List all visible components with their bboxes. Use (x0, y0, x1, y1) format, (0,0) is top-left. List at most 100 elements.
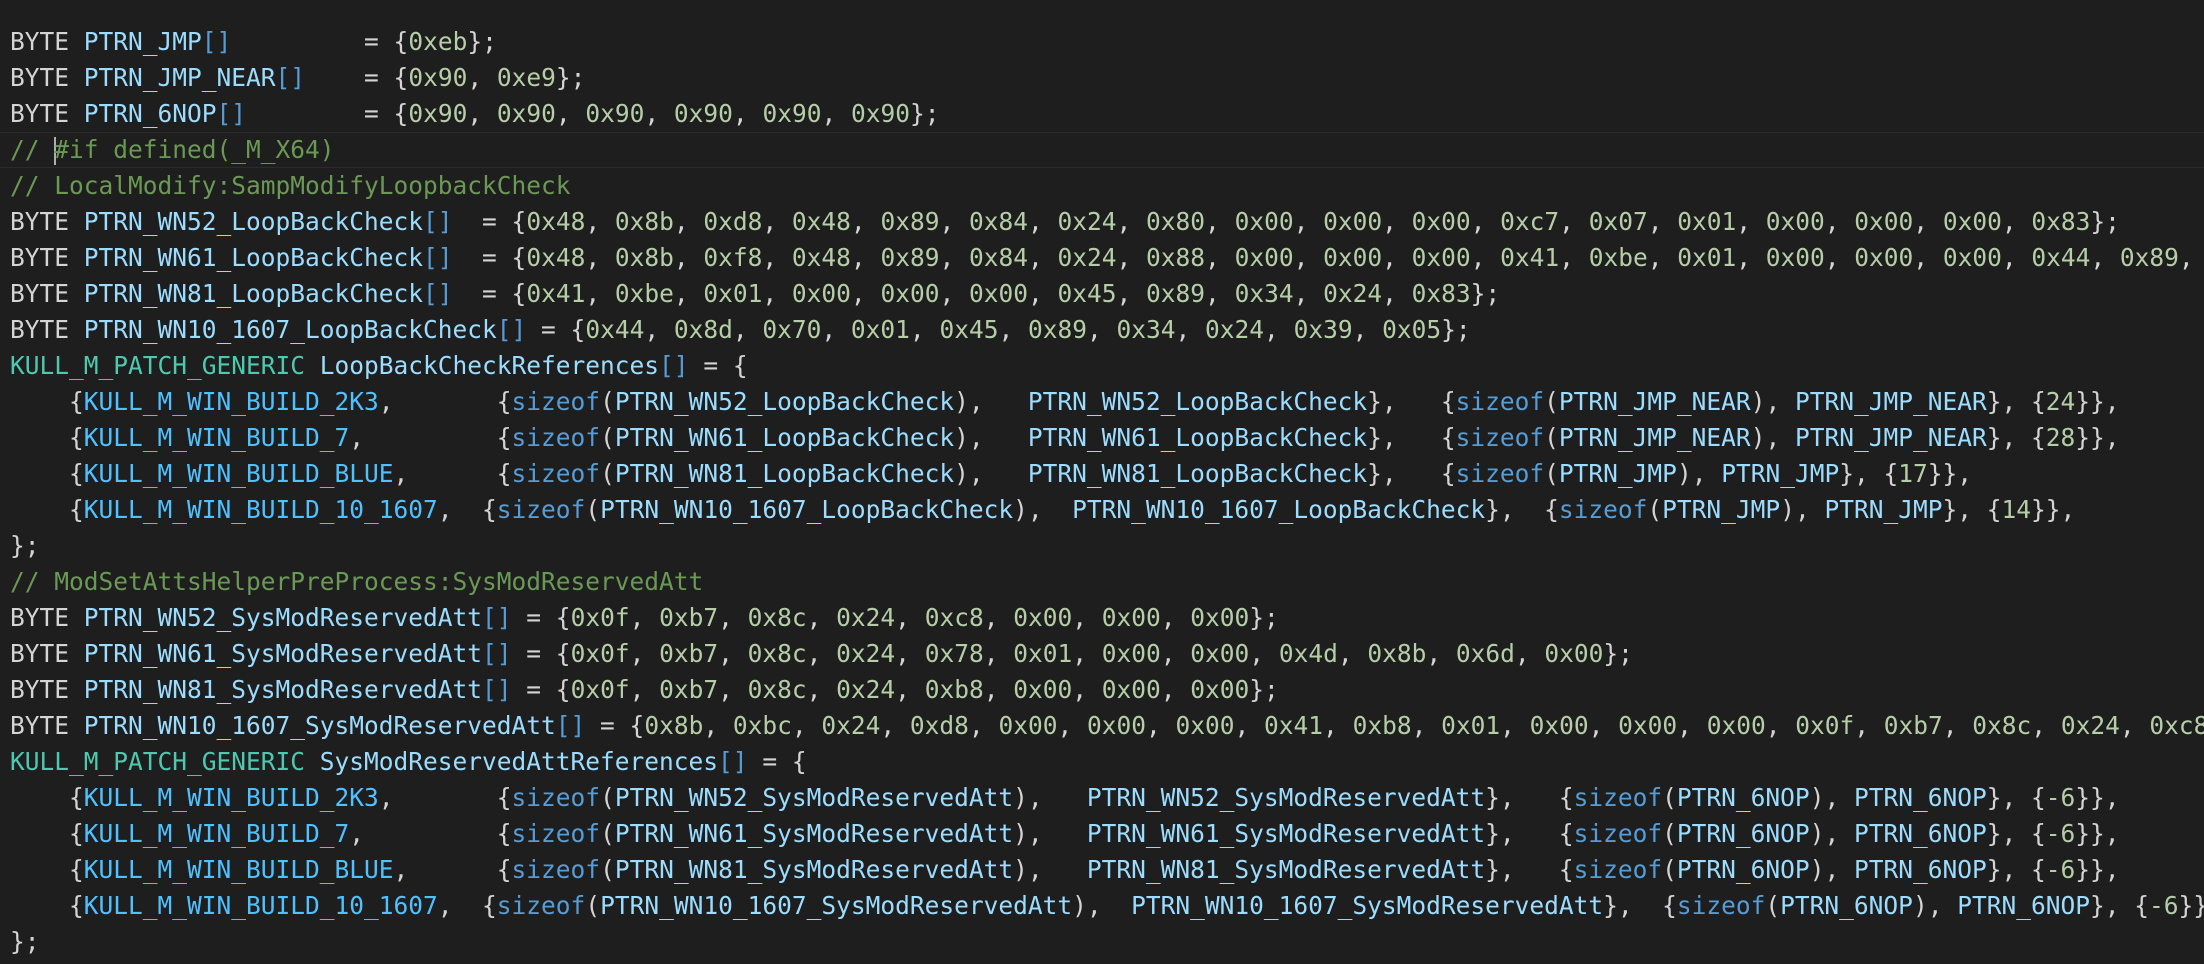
code-line[interactable]: BYTE PTRN_JMP[] = {0xeb}; (10, 24, 2204, 60)
identifier: PTRN_6NOP (1957, 891, 2090, 920)
code-line[interactable]: KULL_M_PATCH_GENERIC LoopBackCheckRefere… (10, 348, 2204, 384)
code-line[interactable]: {KULL_M_WIN_BUILD_2K3, {sizeof(PTRN_WN52… (10, 384, 2204, 420)
number-literal: 0x01 (850, 315, 910, 344)
number-literal: 0x00 (1411, 243, 1471, 272)
code-text: ( (1544, 423, 1559, 452)
code-editor[interactable]: BYTE PTRN_JMP[] = {0xeb}; BYTE PTRN_JMP_N… (0, 0, 2204, 964)
code-line[interactable]: BYTE PTRN_WN81_SysModReservedAtt[] = {0x… (10, 672, 2204, 708)
code-line[interactable]: {KULL_M_WIN_BUILD_7, {sizeof(PTRN_WN61_S… (10, 816, 2204, 852)
code-text: ( (600, 783, 615, 812)
code-text: , (673, 279, 704, 308)
code-text: , (718, 639, 748, 668)
code-text: BYTE (10, 279, 84, 308)
number-literal: 0xbc (732, 711, 792, 740)
number-literal: 0xb7 (659, 639, 719, 668)
number-literal: 0x00 (1101, 675, 1161, 704)
identifier: PTRN_JMP (1824, 495, 1943, 524)
code-line[interactable]: // ModSetAttsHelperPreProcess:SysModRese… (10, 564, 2204, 600)
code-text: , (1145, 711, 1176, 740)
code-line[interactable]: {KULL_M_WIN_BUILD_BLUE, {sizeof(PTRN_WN8… (10, 456, 2204, 492)
code-text: , (895, 603, 925, 632)
number-literal: 0x90 (762, 99, 822, 128)
code-text: , (585, 207, 615, 236)
number-literal: 0x00 (1854, 207, 1914, 236)
number-literal: 28 (2045, 423, 2076, 452)
number-literal: 0x00 (1706, 711, 1766, 740)
code-line[interactable]: }; (10, 528, 2204, 564)
code-text: , { (393, 459, 512, 488)
identifier: PTRN_JMP (83, 27, 202, 56)
number-literal: 0x00 (1234, 207, 1294, 236)
number-literal: 0xd8 (909, 711, 969, 740)
code-line[interactable]: // LocalModify:SampModifyLoopbackCheck (10, 168, 2204, 204)
code-line[interactable]: {KULL_M_WIN_BUILD_BLUE, {sizeof(PTRN_WN8… (10, 852, 2204, 888)
bracket: [] (423, 243, 453, 272)
code-text: }}, (2178, 891, 2204, 920)
code-text: = { (747, 747, 807, 776)
number-literal: 0xbe (614, 279, 674, 308)
code-text: , (983, 675, 1014, 704)
code-text: , (467, 63, 497, 92)
code-line[interactable]: BYTE PTRN_WN10_1607_SysModReservedAtt[] … (10, 708, 2204, 744)
code-line[interactable]: BYTE PTRN_WN61_SysModReservedAtt[] = {0x… (10, 636, 2204, 672)
code-text: , (2001, 207, 2032, 236)
code-text: }, { (1986, 819, 2046, 848)
code-line[interactable]: }; (10, 924, 2204, 960)
code-text-area[interactable]: BYTE PTRN_JMP[] = {0xeb}; BYTE PTRN_JMP_N… (0, 24, 2204, 960)
code-text: = { (511, 639, 571, 668)
code-text: , (629, 639, 660, 668)
code-line[interactable]: {KULL_M_WIN_BUILD_10_1607, {sizeof(PTRN_… (10, 492, 2204, 528)
number-literal: 0x0f (570, 675, 630, 704)
number-literal: 0x00 (1101, 639, 1161, 668)
code-text: , (939, 243, 969, 272)
code-text: , (1500, 711, 1530, 740)
number-literal: 0xc7 (1500, 207, 1560, 236)
constant: KULL_M_WIN_BUILD_7 (83, 423, 350, 452)
code-text: { (10, 819, 84, 848)
code-text: { (10, 459, 84, 488)
code-text: ( (1662, 855, 1677, 884)
code-text: , (1027, 207, 1058, 236)
code-text: , (1765, 711, 1796, 740)
code-text: , (1470, 207, 1501, 236)
number-literal: 0x00 (1529, 711, 1589, 740)
code-text: , (1205, 243, 1235, 272)
code-text: }, { (2089, 891, 2149, 920)
number-literal: -6 (2045, 819, 2076, 848)
number-literal: 0x00 (1013, 675, 1073, 704)
code-text: , (850, 279, 881, 308)
code-text: ), (1013, 819, 1087, 848)
number-literal: 0x8b (614, 243, 674, 272)
code-line[interactable]: BYTE PTRN_JMP_NEAR[] = {0x90, 0xe9}; (10, 60, 2204, 96)
number-literal: 0x4d (1278, 639, 1338, 668)
code-text: ( (600, 423, 615, 452)
code-text: , { (378, 783, 512, 812)
code-text: , (806, 675, 837, 704)
keyword: sizeof (511, 387, 601, 416)
identifier: PTRN_6NOP (1853, 855, 1987, 884)
code-text: , (1824, 207, 1855, 236)
code-line[interactable]: BYTE PTRN_WN52_LoopBackCheck[] = {0x48, … (10, 204, 2204, 240)
code-text: }; (467, 27, 497, 56)
code-text: ( (600, 855, 615, 884)
code-text: , (2090, 243, 2120, 272)
code-line[interactable]: BYTE PTRN_WN52_SysModReservedAtt[] = {0x… (10, 600, 2204, 636)
code-text: , (1647, 243, 1678, 272)
identifier: PTRN_6NOP (83, 99, 217, 128)
code-line[interactable]: BYTE PTRN_WN61_LoopBackCheck[] = {0x48, … (10, 240, 2204, 276)
number-literal: 0x90 (408, 63, 468, 92)
bracket: [] (482, 639, 512, 668)
number-literal: 0x88 (1146, 243, 1206, 272)
number-literal: 0x41 (1264, 711, 1324, 740)
code-line[interactable]: {KULL_M_WIN_BUILD_10_1607, {sizeof(PTRN_… (10, 888, 2204, 924)
code-line[interactable]: BYTE PTRN_WN10_1607_LoopBackCheck[] = {0… (10, 312, 2204, 348)
code-line[interactable]: {KULL_M_WIN_BUILD_2K3, {sizeof(PTRN_WN52… (10, 780, 2204, 816)
code-line[interactable]: BYTE PTRN_WN81_LoopBackCheck[] = {0x41, … (10, 276, 2204, 312)
code-line[interactable]: KULL_M_PATCH_GENERIC SysModReservedAttRe… (10, 744, 2204, 780)
number-literal: 0xc8 (924, 603, 984, 632)
code-line-current[interactable]: // #if defined(_M_X64) (0, 132, 2204, 168)
code-line[interactable]: BYTE PTRN_6NOP[] = {0x90, 0x90, 0x90, 0x… (10, 96, 2204, 132)
code-text: }, { (1485, 819, 1574, 848)
code-line[interactable]: {KULL_M_WIN_BUILD_7, {sizeof(PTRN_WN61_L… (10, 420, 2204, 456)
number-literal: 0x24 (821, 711, 881, 740)
